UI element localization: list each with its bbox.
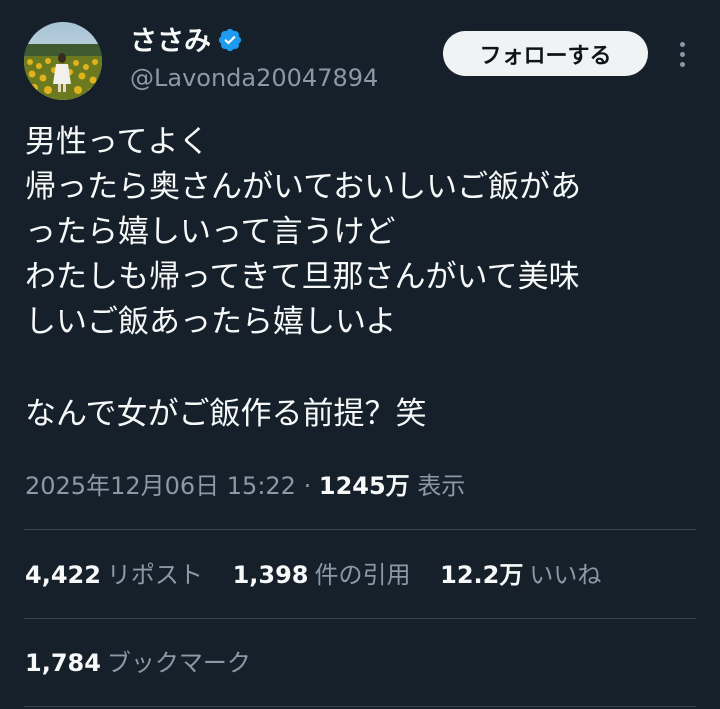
display-name-text: ささみ bbox=[130, 26, 211, 57]
bookmarks-stat-inner: 1,784 ブックマーク bbox=[25, 645, 251, 681]
likes-stat[interactable]: 12.2万 いいね bbox=[440, 557, 601, 593]
tweet-line: 男性ってよく bbox=[25, 124, 210, 160]
divider bbox=[24, 706, 696, 707]
bookmarks-stat[interactable]: 1,784 ブックマーク bbox=[25, 645, 273, 681]
bookmarks-label: ブックマーク bbox=[106, 649, 251, 677]
divider bbox=[24, 618, 696, 619]
divider bbox=[24, 529, 696, 530]
bookmarks-count: 1,784 bbox=[25, 649, 101, 677]
user-handle[interactable]: @Lavonda20047894 bbox=[130, 62, 378, 94]
more-dot bbox=[679, 41, 685, 47]
avatar-photo-icon bbox=[24, 22, 102, 100]
reposts-stat[interactable]: 4,422 リポスト bbox=[25, 557, 203, 593]
tweet-line: なんで女がご飯作る前提？笑 bbox=[25, 396, 427, 432]
verified-badge-icon bbox=[217, 27, 243, 53]
more-dot bbox=[679, 61, 685, 67]
display-name[interactable]: ささみ bbox=[130, 26, 243, 58]
view-count: 1245万 bbox=[318, 472, 410, 500]
quotes-count: 1,398 bbox=[232, 561, 309, 589]
view-label: 表示 bbox=[417, 472, 466, 500]
engagement-stats: 4,422 リポスト 1,398 件の引用 12.2万 いいね bbox=[25, 557, 623, 593]
quotes-label: 件の引用 bbox=[314, 561, 411, 589]
more-options-icon[interactable] bbox=[670, 38, 694, 70]
timestamp[interactable]: 2025年12月06日 15:22 bbox=[25, 472, 296, 500]
avatar[interactable] bbox=[24, 22, 102, 100]
tweet-line: しいご飯あったら嬉しいよ bbox=[25, 304, 397, 340]
follow-button[interactable]: フォローする bbox=[443, 31, 648, 76]
tweet-text: 男性ってよく 帰ったら奥さんがいておいしいご飯があ ったら嬉しいって言うけど わ… bbox=[25, 120, 695, 437]
tweet-header: ささみ @Lavonda20047894 フォローする bbox=[0, 0, 720, 110]
tweet-meta: 2025年12月06日 15:22 · 1245万 表示 bbox=[25, 468, 465, 504]
reposts-count: 4,422 bbox=[25, 561, 101, 589]
tweet-line: ったら嬉しいって言うけど bbox=[25, 214, 396, 250]
tweet-line: わたしも帰ってきて旦那さんがいて美味 bbox=[25, 259, 580, 295]
likes-count: 12.2万 bbox=[440, 561, 524, 589]
reposts-label: リポスト bbox=[106, 561, 203, 589]
tweet-line: 帰ったら奥さんがいておいしいご飯があ bbox=[25, 169, 582, 205]
quotes-stat[interactable]: 1,398 件の引用 bbox=[233, 557, 411, 593]
likes-label: いいね bbox=[529, 561, 602, 589]
more-dot bbox=[679, 51, 685, 57]
meta-separator: · bbox=[303, 472, 312, 500]
